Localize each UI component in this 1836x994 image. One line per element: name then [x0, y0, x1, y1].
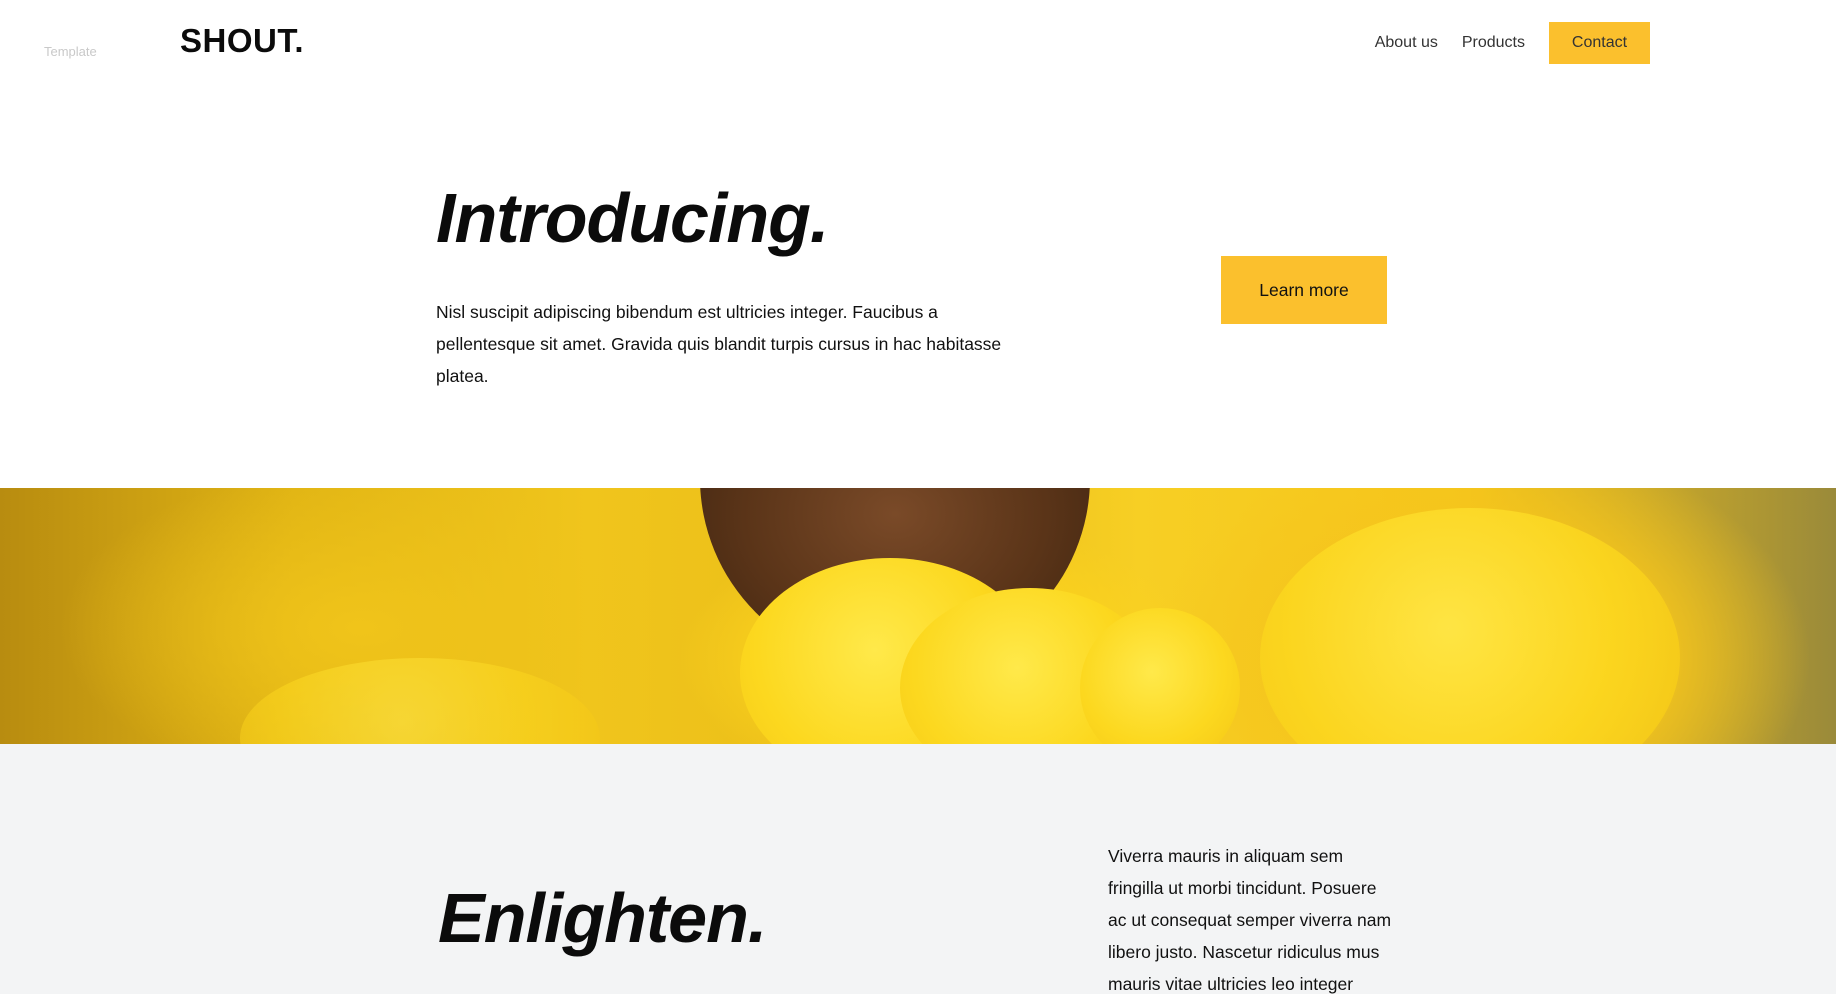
contact-button[interactable]: Contact	[1549, 22, 1650, 64]
section-description: Viverra mauris in aliquam sem fringilla …	[1108, 846, 1392, 994]
hero-description: Nisl suscipit adipiscing bibendum est ul…	[436, 302, 1002, 386]
banner-smoke	[240, 658, 600, 744]
learn-more-button[interactable]: Learn more	[1221, 256, 1387, 324]
hero-title: Introducing.	[436, 179, 829, 257]
site-logo[interactable]: SHOUT.	[180, 22, 304, 60]
hero-banner-image	[0, 488, 1836, 744]
nav-about-us[interactable]: About us	[1375, 34, 1438, 52]
section-title: Enlighten.	[438, 879, 767, 957]
template-label: Template	[44, 44, 97, 59]
banner-smoke	[1260, 508, 1680, 744]
enlighten-section: Enlighten. Viverra mauris in aliquam sem…	[0, 744, 1836, 994]
main-nav: About us Products Contact	[1375, 22, 1650, 64]
nav-products[interactable]: Products	[1462, 34, 1525, 52]
